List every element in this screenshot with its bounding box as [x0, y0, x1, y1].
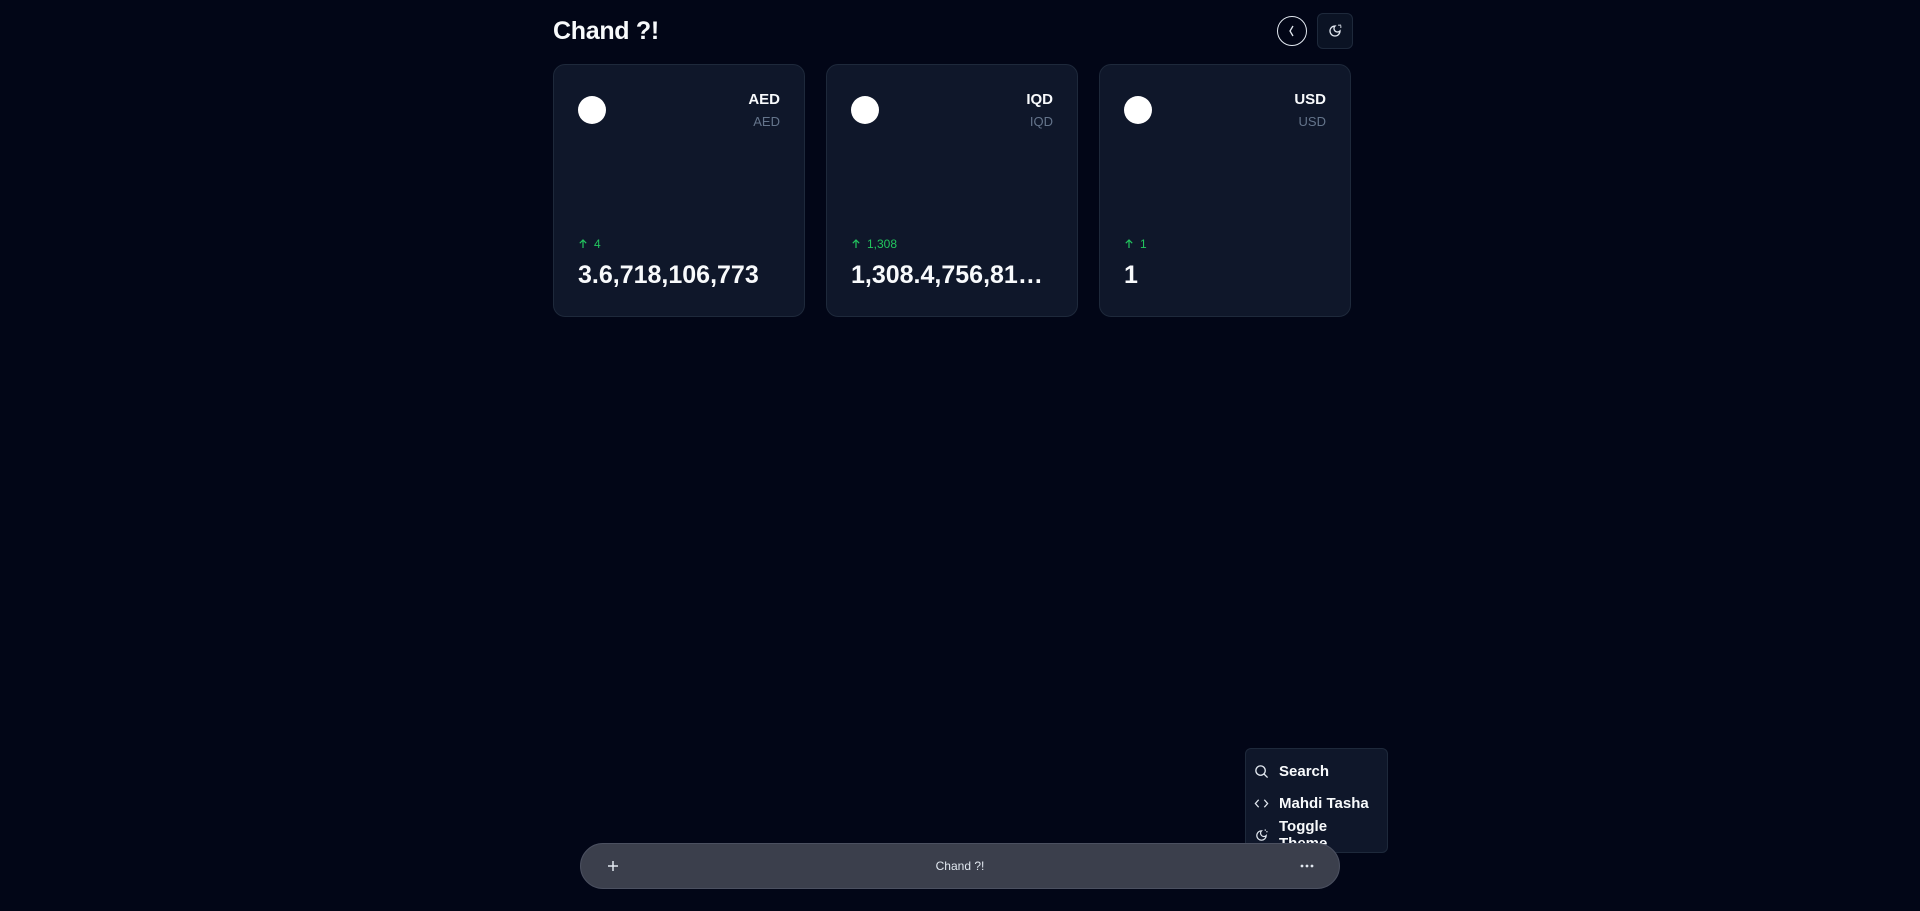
plus-icon: [608, 861, 618, 871]
code-icon: [1254, 798, 1269, 808]
sun-moon-icon: [1256, 828, 1268, 841]
arrow-up-icon: [579, 239, 587, 248]
theme-toggle-button[interactable]: [1317, 13, 1353, 49]
menu-item-search[interactable]: Search: [1254, 755, 1379, 787]
currency-card-usd[interactable]: USD USD 1 1: [1099, 64, 1351, 317]
change-indicator: 1,308: [851, 237, 897, 251]
arrow-up-icon: [1125, 239, 1133, 248]
currency-cards: AED AED 4 3.6,718,106,773 IQD IQD 1,308 …: [553, 64, 1351, 317]
more-button[interactable]: [1295, 854, 1319, 878]
currency-code: USD: [1294, 91, 1326, 108]
search-icon: [1255, 764, 1269, 778]
add-button[interactable]: [601, 854, 625, 878]
menu-item-author[interactable]: Mahdi Tasha: [1254, 787, 1379, 819]
rate-value: 1,308.4,756,817,...: [851, 261, 1053, 289]
app-title: Chand ?!: [553, 16, 659, 45]
top-header: Chand ?!: [553, 13, 1353, 49]
rate-value: 3.6,718,106,773: [578, 261, 759, 289]
header-actions: [1277, 13, 1353, 49]
bottom-bar-title: Chand ?!: [935, 859, 985, 873]
bottom-bar: Chand ?!: [580, 843, 1340, 889]
menu-item-label: Mahdi Tasha: [1279, 794, 1369, 812]
more-horizontal-icon: [1300, 864, 1314, 868]
currency-flag-icon: [1124, 96, 1152, 124]
currency-subtitle: AED: [753, 114, 780, 129]
currency-flag-icon: [578, 96, 606, 124]
currency-flag-icon: [851, 96, 879, 124]
currency-code: AED: [748, 91, 780, 108]
actions-menu: Search Mahdi Tasha Toggle Theme: [1245, 748, 1388, 853]
clock-button[interactable]: [1277, 16, 1307, 46]
currency-subtitle: USD: [1298, 114, 1326, 129]
change-value: 1,308: [867, 237, 898, 251]
arrow-up-icon: [852, 239, 860, 248]
currency-code: IQD: [1026, 91, 1053, 108]
change-indicator: 1: [1124, 237, 1147, 251]
menu-item-label: Search: [1279, 762, 1330, 780]
change-value: 4: [594, 237, 601, 251]
clock-icon: [1289, 25, 1294, 37]
rate-value: 1: [1124, 261, 1138, 289]
change-indicator: 4: [578, 237, 601, 251]
currency-subtitle: IQD: [1029, 114, 1053, 129]
sun-moon-icon: [1329, 24, 1342, 37]
change-value: 1: [1140, 237, 1147, 251]
currency-card-aed[interactable]: AED AED 4 3.6,718,106,773: [553, 64, 805, 317]
currency-card-iqd[interactable]: IQD IQD 1,308 1,308.4,756,817,...: [826, 64, 1078, 317]
